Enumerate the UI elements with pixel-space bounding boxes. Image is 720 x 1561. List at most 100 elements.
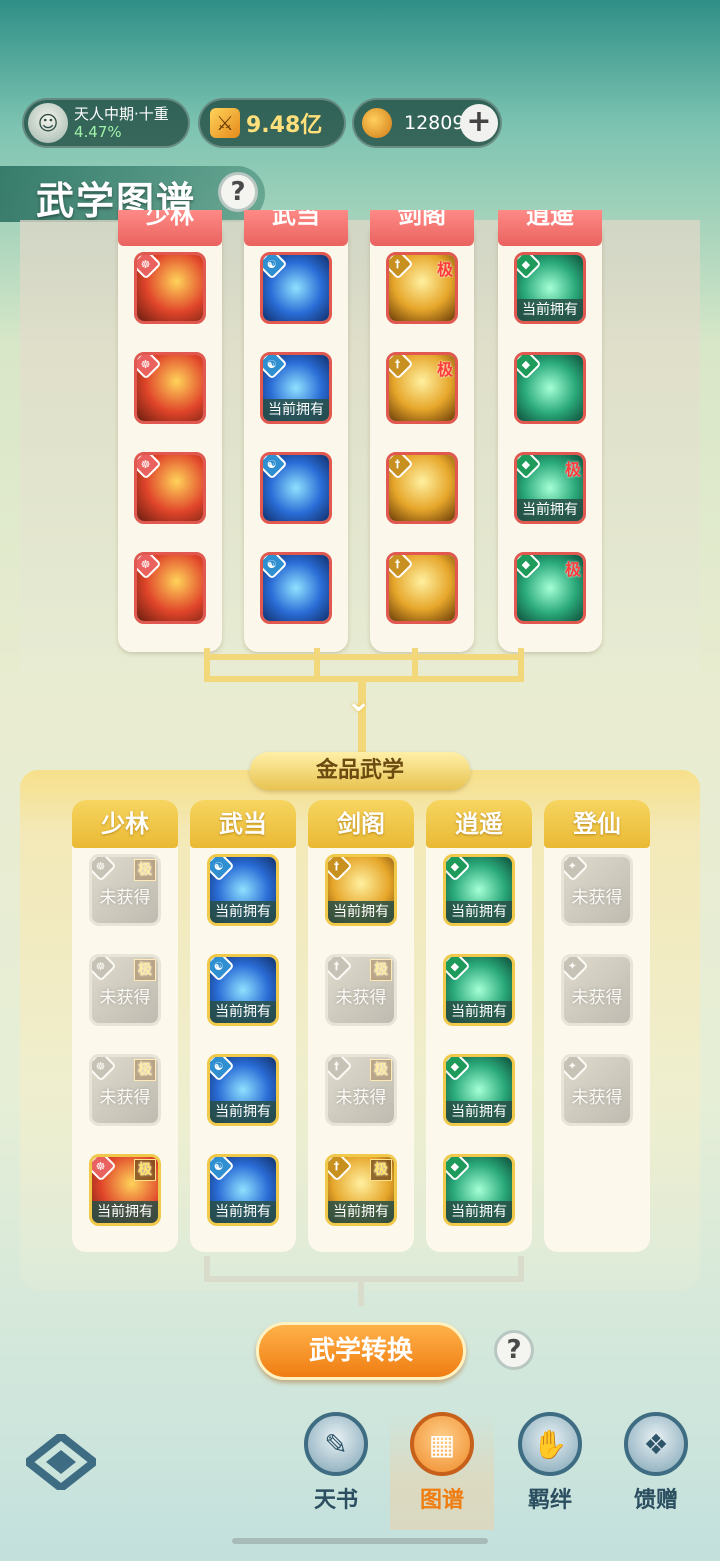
book-icon: ✎ [304,1412,368,1476]
combat-power-value: 9.48亿 [246,113,323,138]
skill-tile[interactable]: ☯ [260,452,332,524]
skill-tile[interactable]: ☯ [260,552,332,624]
skill-tile[interactable]: ☸ [134,552,206,624]
skill-tile[interactable]: ☸ 极未获得 [89,954,161,1026]
skill-tile[interactable]: † [386,452,458,524]
owned-tag: 当前拥有 [210,901,276,923]
nav-tab-label: 天书 [313,1488,358,1513]
extreme-badge: 极 [370,1059,392,1081]
skill-tile[interactable]: † 当前拥有 [325,854,397,926]
coin-icon [362,108,392,138]
tree-trunk [358,1280,364,1306]
extreme-badge: 极 [370,959,392,981]
skill-tile[interactable]: ☯ 当前拥有 [260,352,332,424]
skill-tile[interactable]: † 极当前拥有 [325,1154,397,1226]
locked-tag: 未获得 [99,988,151,1008]
rank-progress: 4.47% [74,123,122,141]
help-button[interactable]: ? [218,172,258,212]
add-currency-button[interactable]: + [460,104,498,142]
tree-connector [204,1276,524,1282]
owned-tag: 当前拥有 [210,1101,276,1123]
handshake-icon: ✋ [518,1412,582,1476]
nav-tab-0[interactable]: ✎ 天书 [284,1412,388,1530]
skill-tile[interactable]: ☸ [134,352,206,424]
upper-column-header: 少林 [118,210,222,246]
gold-column-header: 少林 [72,800,178,848]
skill-tile[interactable]: ◆ 极当前拥有 [514,452,586,524]
owned-tag: 当前拥有 [517,499,583,521]
tree-connector [518,1256,524,1280]
gift-bag-icon: ❖ [624,1412,688,1476]
extreme-badge: 极 [134,859,156,881]
nav-tab-1[interactable]: ▦ 图谱 [390,1412,494,1530]
upper-column-name: 武当 [272,210,320,229]
skill-tile[interactable]: † 极 [386,352,458,424]
skill-tile[interactable]: ◆ 当前拥有 [443,1054,515,1126]
upper-column-header: 逍遥 [498,210,602,246]
skill-tile[interactable]: ☯ 当前拥有 [207,1054,279,1126]
extreme-badge: 极 [436,360,453,379]
nav-tab-2[interactable]: ✋ 羁绊 [498,1412,602,1530]
nav-tab-3[interactable]: ❖ 馈赠 [604,1412,708,1530]
upper-column-header: 武当 [244,210,348,246]
owned-tag: 当前拥有 [446,1101,512,1123]
owned-tag: 当前拥有 [446,1001,512,1023]
nav-tab-label: 馈赠 [633,1488,678,1513]
chevron-down-icon: ⌄ [346,684,372,719]
combat-power-panel[interactable]: ⚔ 9.48亿 [198,98,346,148]
skill-tile[interactable]: † 极 [386,252,458,324]
tree-connector [204,1256,210,1280]
skill-tile[interactable]: ◆ 当前拥有 [443,954,515,1026]
skill-tile[interactable]: ◆ [514,352,586,424]
skill-tile[interactable]: ☯ 当前拥有 [207,954,279,1026]
skill-tile[interactable]: ✦ 未获得 [561,1054,633,1126]
skill-tile[interactable]: ☯ 当前拥有 [207,854,279,926]
skill-tile[interactable]: ☯ [260,252,332,324]
skill-tile[interactable]: ☯ 当前拥有 [207,1154,279,1226]
locked-tag: 未获得 [99,888,151,908]
extreme-badge: 极 [134,1159,156,1181]
skill-tile[interactable]: ☸ 极未获得 [89,1054,161,1126]
crossed-swords-icon: ⚔ [210,108,240,138]
skill-tile[interactable]: † 极未获得 [325,1054,397,1126]
owned-tag: 当前拥有 [328,901,394,923]
extreme-badge: 极 [134,1059,156,1081]
map-icon: ▦ [410,1412,474,1476]
menu-logo-icon[interactable] [26,1434,96,1490]
skill-tile[interactable]: ☸ 极当前拥有 [89,1154,161,1226]
home-indicator [232,1538,488,1544]
skill-tile[interactable]: ◆ 当前拥有 [443,854,515,926]
owned-tag: 当前拥有 [210,1201,276,1223]
martial-convert-button[interactable]: 武学转换 [256,1322,466,1380]
skill-tile[interactable]: ◆ 极 [514,552,586,624]
owned-tag: 当前拥有 [263,399,329,421]
gold-column-header: 登仙 [544,800,650,848]
skill-tile[interactable]: ☸ 极未获得 [89,854,161,926]
extreme-badge: 极 [436,260,453,279]
owned-tag: 当前拥有 [210,1001,276,1023]
extreme-badge: 极 [564,460,581,479]
skill-tile[interactable]: ☸ [134,452,206,524]
skill-tile[interactable]: ✦ 未获得 [561,954,633,1026]
convert-help-button[interactable]: ? [494,1330,534,1370]
skill-tile[interactable]: ✦ 未获得 [561,854,633,926]
skill-tile[interactable]: ◆ 当前拥有 [443,1154,515,1226]
locked-tag: 未获得 [335,1088,387,1108]
tree-connector [204,648,210,676]
rank-name: 天人中期·十重 [74,105,169,123]
extreme-badge: 极 [564,560,581,579]
gold-tier-banner: 金品武学 [250,752,470,790]
skill-tile[interactable]: † 极未获得 [325,954,397,1026]
skill-tile[interactable]: ☸ [134,252,206,324]
gold-column-header: 剑阁 [308,800,414,848]
owned-tag: 当前拥有 [517,299,583,321]
rank-panel[interactable]: ☺ 天人中期·十重 4.47% [22,98,190,148]
upper-column-header: 剑阁 [370,210,474,246]
rank-text: 天人中期·十重 4.47% [74,105,169,141]
gold-column-header: 武当 [190,800,296,848]
owned-tag: 当前拥有 [446,1201,512,1223]
skill-tile[interactable]: † [386,552,458,624]
skill-tile[interactable]: ◆ 当前拥有 [514,252,586,324]
tree-connector [518,648,524,676]
locked-tag: 未获得 [571,988,623,1008]
